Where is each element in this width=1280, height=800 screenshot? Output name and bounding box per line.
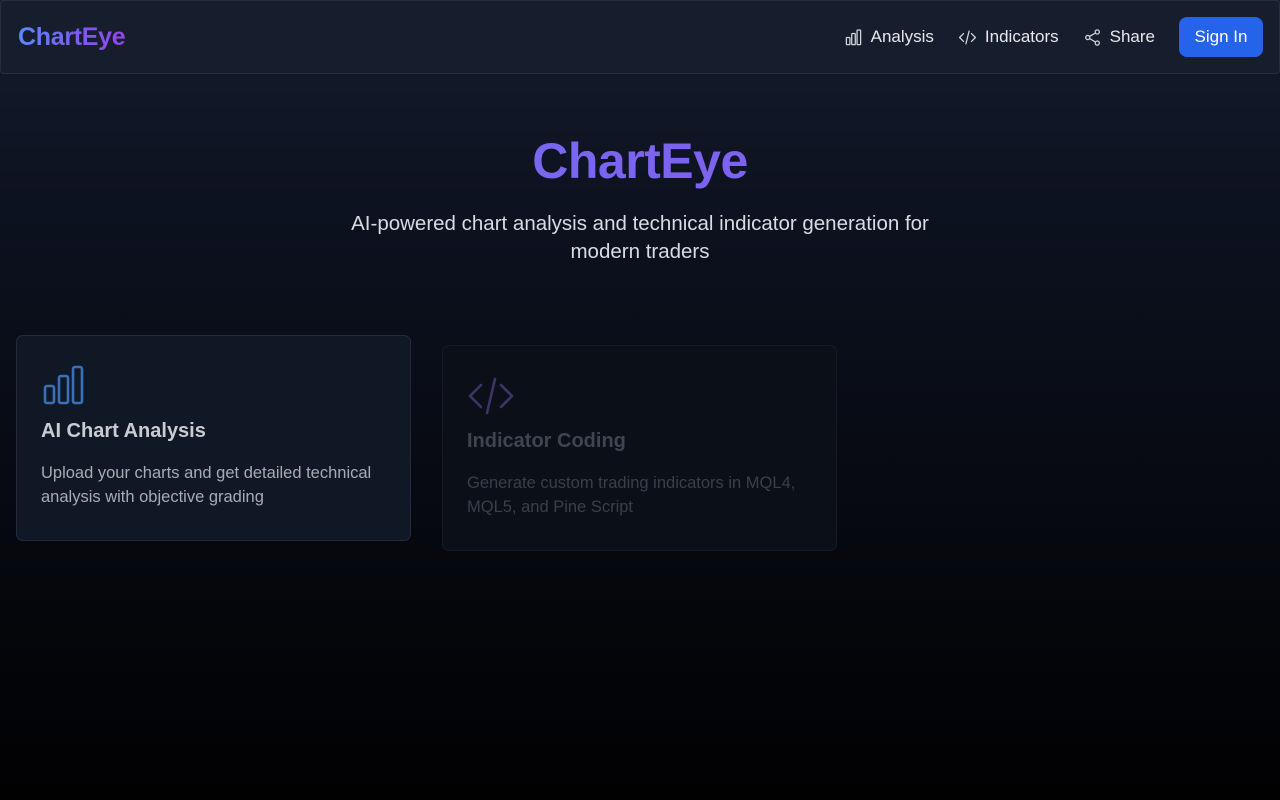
navbar: ChartEye Analysis Indicators Share Sign … [0, 0, 1280, 74]
sign-in-button[interactable]: Sign In [1179, 17, 1263, 57]
card-title: AI Chart Analysis [41, 420, 206, 442]
nav-link-indicators[interactable]: Indicators [958, 27, 1059, 47]
nav-link-share[interactable]: Share [1083, 27, 1155, 47]
card-description: Upload your charts and get detailed tech… [41, 464, 372, 506]
share-icon [1084, 28, 1100, 46]
hero-title: ChartEye [0, 132, 1280, 190]
nav-link-analysis[interactable]: Analysis [844, 27, 934, 47]
brand-logo[interactable]: ChartEye [18, 23, 126, 52]
feature-card-indicator-coding[interactable]: Indicator Coding Generate custom trading… [442, 345, 837, 551]
nav-link-label: Indicators [984, 27, 1059, 46]
hero-subtitle: AI-powered chart analysis and technical … [351, 212, 929, 263]
code-icon [958, 30, 976, 44]
card-title: Indicator Coding [467, 430, 626, 452]
nav-links: Analysis Indicators Share Sign In [844, 17, 1263, 57]
code-icon [468, 377, 514, 415]
feature-card-chart-analysis[interactable]: AI Chart Analysis Upload your charts and… [16, 335, 411, 541]
card-description: Generate custom trading indicators in MQ… [467, 474, 796, 516]
bar-chart-icon [43, 365, 84, 405]
nav-link-label: Share [1109, 27, 1155, 46]
nav-link-label: Analysis [870, 27, 934, 46]
bar-chart-icon [845, 28, 861, 45]
